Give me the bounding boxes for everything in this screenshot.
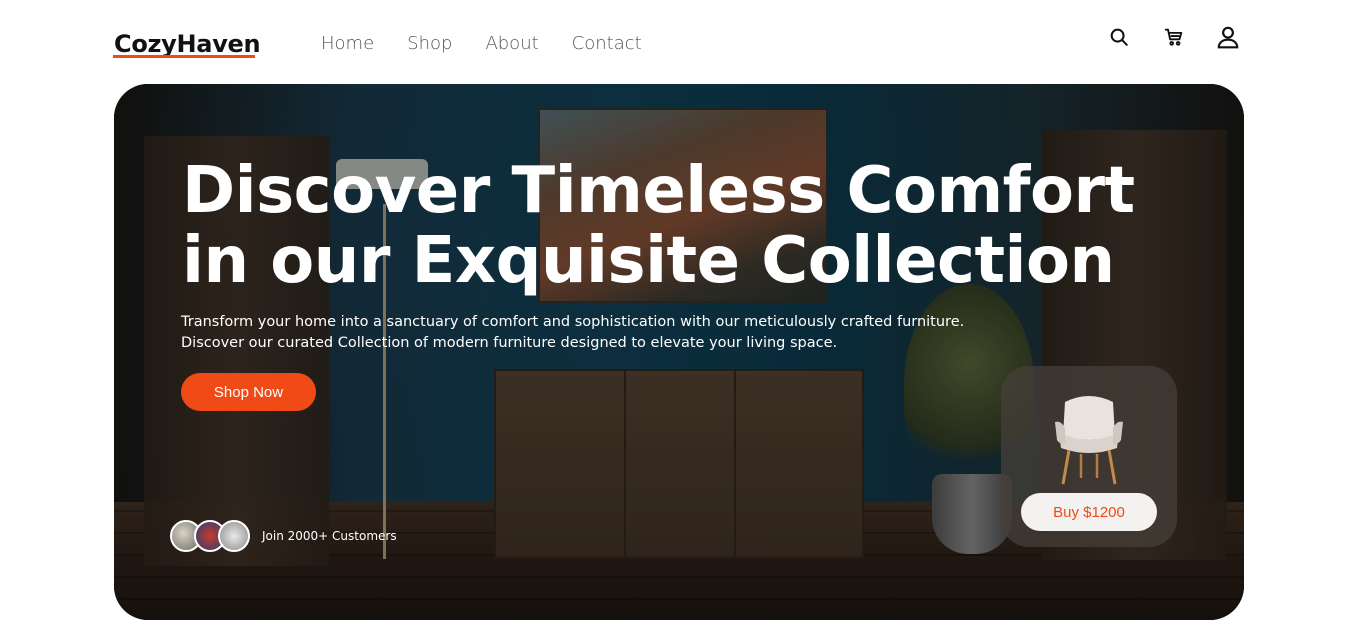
hero-title: Discover Timeless Comfort in our Exquisi… — [182, 156, 1162, 296]
featured-product-card[interactable]: Buy $1200 — [1001, 366, 1177, 547]
logo-underline — [113, 55, 255, 58]
hero-title-line2: in our Exquisite Collection — [182, 224, 1115, 298]
buy-button[interactable]: Buy $1200 — [1021, 493, 1157, 531]
hero-subtitle-line1: Transform your home into a sanctuary of … — [181, 314, 965, 330]
hero-subtitle-line2: Discover our curated Collection of moder… — [181, 335, 838, 351]
cart-icon[interactable] — [1161, 24, 1187, 50]
hero-title-line1: Discover Timeless Comfort — [182, 154, 1135, 228]
site-header: CozyHaven Home Shop About Contact — [0, 0, 1355, 80]
nav-home[interactable]: Home — [321, 33, 374, 54]
search-icon[interactable] — [1106, 24, 1132, 50]
armchair-image — [1055, 396, 1123, 485]
customers-count-text: Join 2000+ Customers — [262, 529, 397, 543]
customers-badge: Join 2000+ Customers — [170, 520, 397, 552]
brand-logo[interactable]: CozyHaven — [114, 30, 261, 58]
shop-now-button[interactable]: Shop Now — [181, 373, 316, 411]
user-icon[interactable] — [1215, 24, 1241, 50]
nav-about[interactable]: About — [485, 33, 538, 54]
header-actions — [1106, 24, 1241, 50]
hero-subtitle: Transform your home into a sanctuary of … — [181, 312, 1001, 354]
nav-contact[interactable]: Contact — [572, 33, 642, 54]
nav-shop[interactable]: Shop — [407, 33, 452, 54]
avatar — [218, 520, 250, 552]
main-nav: Home Shop About Contact — [321, 33, 675, 54]
hero-banner: Discover Timeless Comfort in our Exquisi… — [114, 84, 1244, 620]
